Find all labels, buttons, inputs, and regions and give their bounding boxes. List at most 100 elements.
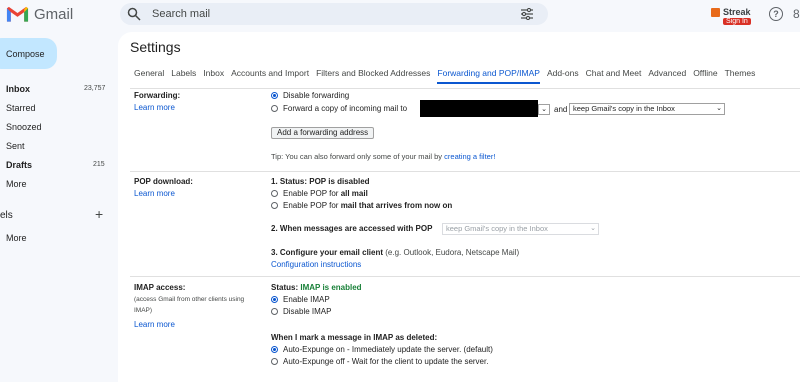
tabs-divider [130, 88, 800, 89]
imap-deleted-heading: When I mark a message in IMAP as deleted… [271, 333, 438, 342]
inbox-count: 23,757 [84, 85, 106, 92]
auto-expunge-on-option[interactable]: Auto-Expunge on - Immediately update the… [271, 345, 493, 354]
pop-from-now-prefix: Enable POP for [283, 201, 339, 210]
forward-copy-label: Forward a copy of incoming mail to [283, 104, 408, 113]
auto-expunge-on-radio[interactable] [271, 346, 278, 353]
drafts-count: 215 [93, 161, 105, 168]
tab-advanced[interactable]: Advanced [648, 68, 686, 84]
sidebar-item-starred[interactable]: Starred [6, 103, 36, 113]
forwarding-label: Forwarding: [134, 91, 181, 100]
auto-expunge-off-option[interactable]: Auto-Expunge off - Wait for the client t… [271, 357, 488, 366]
tab-themes[interactable]: Themes [725, 68, 756, 84]
gmail-wordmark: Gmail [34, 5, 74, 23]
pop-status: 1. Status: POP is disabled [271, 177, 370, 186]
settings-gear-icon[interactable]: 8 [793, 7, 800, 21]
tab-inbox[interactable]: Inbox [203, 68, 224, 84]
tab-chat-meet[interactable]: Chat and Meet [586, 68, 642, 84]
streak-extension[interactable]: Streak Sign In [711, 7, 751, 25]
forward-copy-option[interactable]: Forward a copy of incoming mail to [271, 104, 407, 113]
pop-status-value: POP is disabled [309, 177, 370, 186]
compose-button[interactable]: Compose [0, 38, 57, 69]
streak-icon [711, 7, 720, 17]
sidebar-item-inbox[interactable]: Inbox [6, 84, 30, 94]
tab-accounts-import[interactable]: Accounts and Import [231, 68, 309, 84]
streak-signin-badge[interactable]: Sign In [723, 18, 751, 25]
forward-copy-radio[interactable] [271, 105, 278, 112]
pop-all-mail-bold: all mail [340, 189, 368, 198]
auto-expunge-off-label: Auto-Expunge off - Wait for the client t… [283, 357, 489, 366]
auto-expunge-on-label: Auto-Expunge on - Immediately update the… [283, 345, 493, 354]
help-icon[interactable]: ? [769, 7, 783, 21]
enable-imap-option[interactable]: Enable IMAP [271, 295, 330, 304]
imap-status-value: IMAP is enabled [300, 283, 362, 292]
section-divider [130, 171, 800, 172]
labels-heading: els [0, 210, 13, 221]
tab-general[interactable]: General [134, 68, 164, 84]
imap-learn-more-link[interactable]: Learn more [134, 320, 175, 329]
chevron-down-icon: ⌄ [590, 225, 596, 232]
pop-from-now-radio[interactable] [271, 202, 278, 209]
top-bar: Gmail Search mail Streak Sign In ? 8 [0, 0, 800, 32]
forward-action-value: keep Gmail's copy in the Inbox [573, 104, 675, 113]
settings-panel: Settings General Labels Inbox Accounts a… [118, 32, 800, 382]
section-divider [130, 276, 800, 277]
pop-label: POP download: [134, 177, 193, 186]
tab-add-ons[interactable]: Add-ons [547, 68, 579, 84]
streak-label: Streak [723, 7, 751, 17]
labels-more[interactable]: More [6, 233, 27, 243]
sidebar-item-snoozed[interactable]: Snoozed [6, 122, 42, 132]
chevron-down-icon: ⌄ [716, 105, 722, 112]
pop-from-now-option[interactable]: Enable POP for mail that arrives from no… [271, 201, 452, 210]
enable-imap-radio[interactable] [271, 296, 278, 303]
sidebar-item-sent[interactable]: Sent [6, 141, 25, 151]
pop-access-value: keep Gmail's copy in the Inbox [446, 224, 548, 233]
auto-expunge-off-radio[interactable] [271, 358, 278, 365]
tab-forwarding-pop-imap[interactable]: Forwarding and POP/IMAP [437, 68, 540, 84]
imap-label: IMAP access: [134, 283, 186, 292]
disable-imap-radio[interactable] [271, 308, 278, 315]
imap-note: (access Gmail from other clients using I… [134, 296, 245, 314]
page-title: Settings [130, 39, 181, 55]
pop-from-now-bold: mail that arrives from now on [340, 201, 453, 210]
pop-access-select: keep Gmail's copy in the Inbox ⌄ [442, 223, 599, 235]
pop-learn-more-link[interactable]: Learn more [134, 189, 175, 198]
disable-imap-option[interactable]: Disable IMAP [271, 307, 331, 316]
pop-step3-note: (e.g. Outlook, Eudora, Netscape Mail) [385, 248, 520, 257]
pop-step2: 2. When messages are accessed with POP [271, 224, 433, 233]
pop-all-mail-radio[interactable] [271, 190, 278, 197]
forwarding-tip: Tip: You can also forward only some of y… [271, 152, 495, 161]
disable-forwarding-radio[interactable] [271, 92, 278, 99]
enable-imap-label: Enable IMAP [283, 295, 330, 304]
configuration-instructions-link[interactable]: Configuration instructions [271, 260, 361, 269]
imap-status-prefix: Status: [271, 283, 299, 292]
forward-address-select[interactable]: ⌄ [538, 104, 550, 115]
settings-tabs: General Labels Inbox Accounts and Import… [134, 68, 762, 84]
pop-step3: 3. Configure your email client (e.g. Out… [271, 248, 519, 257]
sidebar-item-more[interactable]: More [6, 179, 27, 189]
tip-text: Tip: You can also forward only some of y… [271, 152, 443, 161]
search-input[interactable]: Search mail [152, 8, 210, 20]
tab-filters[interactable]: Filters and Blocked Addresses [316, 68, 430, 84]
gmail-logo[interactable]: Gmail [6, 5, 73, 23]
create-filter-link[interactable]: creating a filter! [444, 152, 495, 161]
forward-action-select[interactable]: keep Gmail's copy in the Inbox ⌄ [569, 103, 725, 115]
redacted-address [420, 100, 538, 117]
add-label-icon[interactable]: + [95, 206, 103, 222]
search-options-icon[interactable] [520, 8, 534, 20]
chevron-down-icon: ⌄ [541, 106, 547, 113]
sidebar-item-drafts[interactable]: Drafts [6, 160, 32, 170]
search-bar[interactable]: Search mail [120, 3, 548, 25]
tab-labels[interactable]: Labels [171, 68, 196, 84]
pop-status-prefix: 1. Status: [271, 177, 308, 186]
disable-forwarding-option[interactable]: Disable forwarding [271, 91, 349, 100]
tab-offline[interactable]: Offline [693, 68, 717, 84]
forwarding-learn-more-link[interactable]: Learn more [134, 103, 175, 112]
disable-imap-label: Disable IMAP [283, 307, 332, 316]
disable-forwarding-label: Disable forwarding [283, 91, 350, 100]
pop-step3-heading: 3. Configure your email client [271, 248, 384, 257]
add-forwarding-address-button[interactable]: Add a forwarding address [271, 127, 375, 139]
gmail-m-icon [6, 6, 29, 22]
imap-status: Status: IMAP is enabled [271, 283, 362, 292]
pop-all-mail-option[interactable]: Enable POP for all mail [271, 189, 368, 198]
search-icon[interactable] [127, 7, 141, 21]
